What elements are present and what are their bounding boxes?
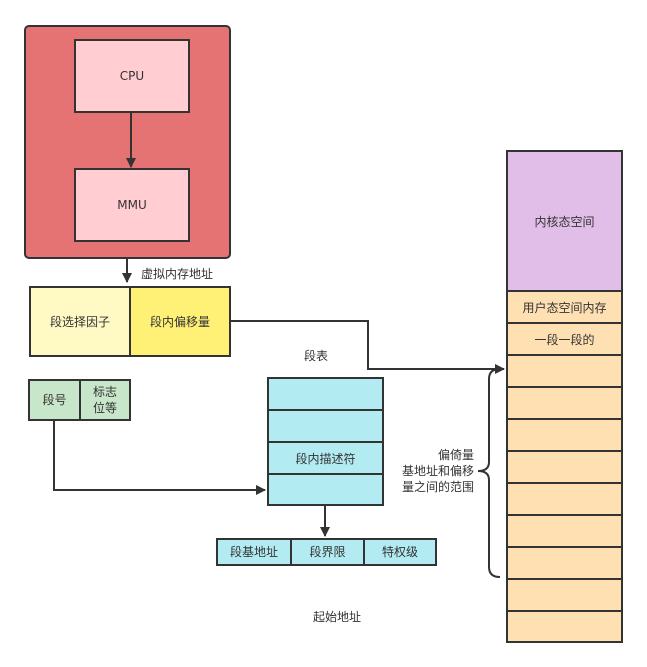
user-space-row: 用户态空间内存 [508, 290, 621, 322]
memory-segment-row [508, 482, 621, 514]
segment-base-label: 段基地址 [229, 545, 278, 559]
memory-segment-row [508, 450, 621, 482]
segment-limit-label: 段界限 [309, 545, 346, 559]
segment-table: 段内描述符 [267, 377, 384, 506]
virtual-address-label: 虚拟内存地址 [141, 267, 214, 281]
segment-number-box: 段号 [28, 379, 81, 421]
segment-offset-box: 段内偏移量 [129, 286, 231, 357]
memory-segment-row [508, 514, 621, 546]
offset-range-label: 偏倚量 基地址和偏移 量之间的范围 [401, 448, 474, 494]
segment-base-box: 段基地址 [216, 538, 292, 566]
flags-label: 标志 位等 [92, 385, 117, 415]
segment-table-row [269, 409, 382, 442]
kernel-space-label: 内核态空间 [534, 214, 595, 229]
segment-table-title: 段表 [304, 349, 329, 363]
memory-segment-row [508, 386, 621, 418]
segment-table-row [269, 377, 382, 410]
offset-to-memory-arrow [231, 320, 505, 374]
segment-limit-box: 段界限 [290, 538, 365, 566]
memory-segment-row [508, 418, 621, 450]
mmu-box: MMU [74, 168, 190, 242]
cpu-box: CPU [74, 39, 190, 113]
segment-offset-label: 段内偏移量 [149, 314, 210, 329]
flags-box: 标志 位等 [79, 379, 131, 421]
segment-number-label: 段号 [42, 393, 67, 407]
privilege-level-box: 特权级 [363, 538, 437, 566]
segment-descriptor-row: 段内描述符 [269, 441, 382, 474]
memory-column: 内核态空间 用户态空间内存 一段一段的 [506, 150, 623, 643]
mmu-label: MMU [117, 198, 147, 212]
cpu-label: CPU [119, 69, 145, 83]
kernel-space: 内核态空间 [508, 152, 621, 290]
memory-segment-row [508, 578, 621, 610]
offset-range-brace [477, 368, 501, 578]
segment-selector-box: 段选择因子 [29, 286, 131, 357]
privilege-level-label: 特权级 [381, 545, 418, 559]
segment-number-to-table-arrow [53, 421, 266, 495]
start-address-label: 起始地址 [313, 610, 362, 624]
memory-segment-row [508, 354, 621, 386]
segment-table-row [269, 473, 382, 506]
segment-selector-label: 段选择因子 [49, 314, 110, 329]
memory-segment-row [508, 610, 621, 642]
segment-descriptor-label: 段内描述符 [295, 452, 356, 466]
memory-segment-row: 一段一段的 [508, 322, 621, 354]
memory-segment-row [508, 546, 621, 578]
